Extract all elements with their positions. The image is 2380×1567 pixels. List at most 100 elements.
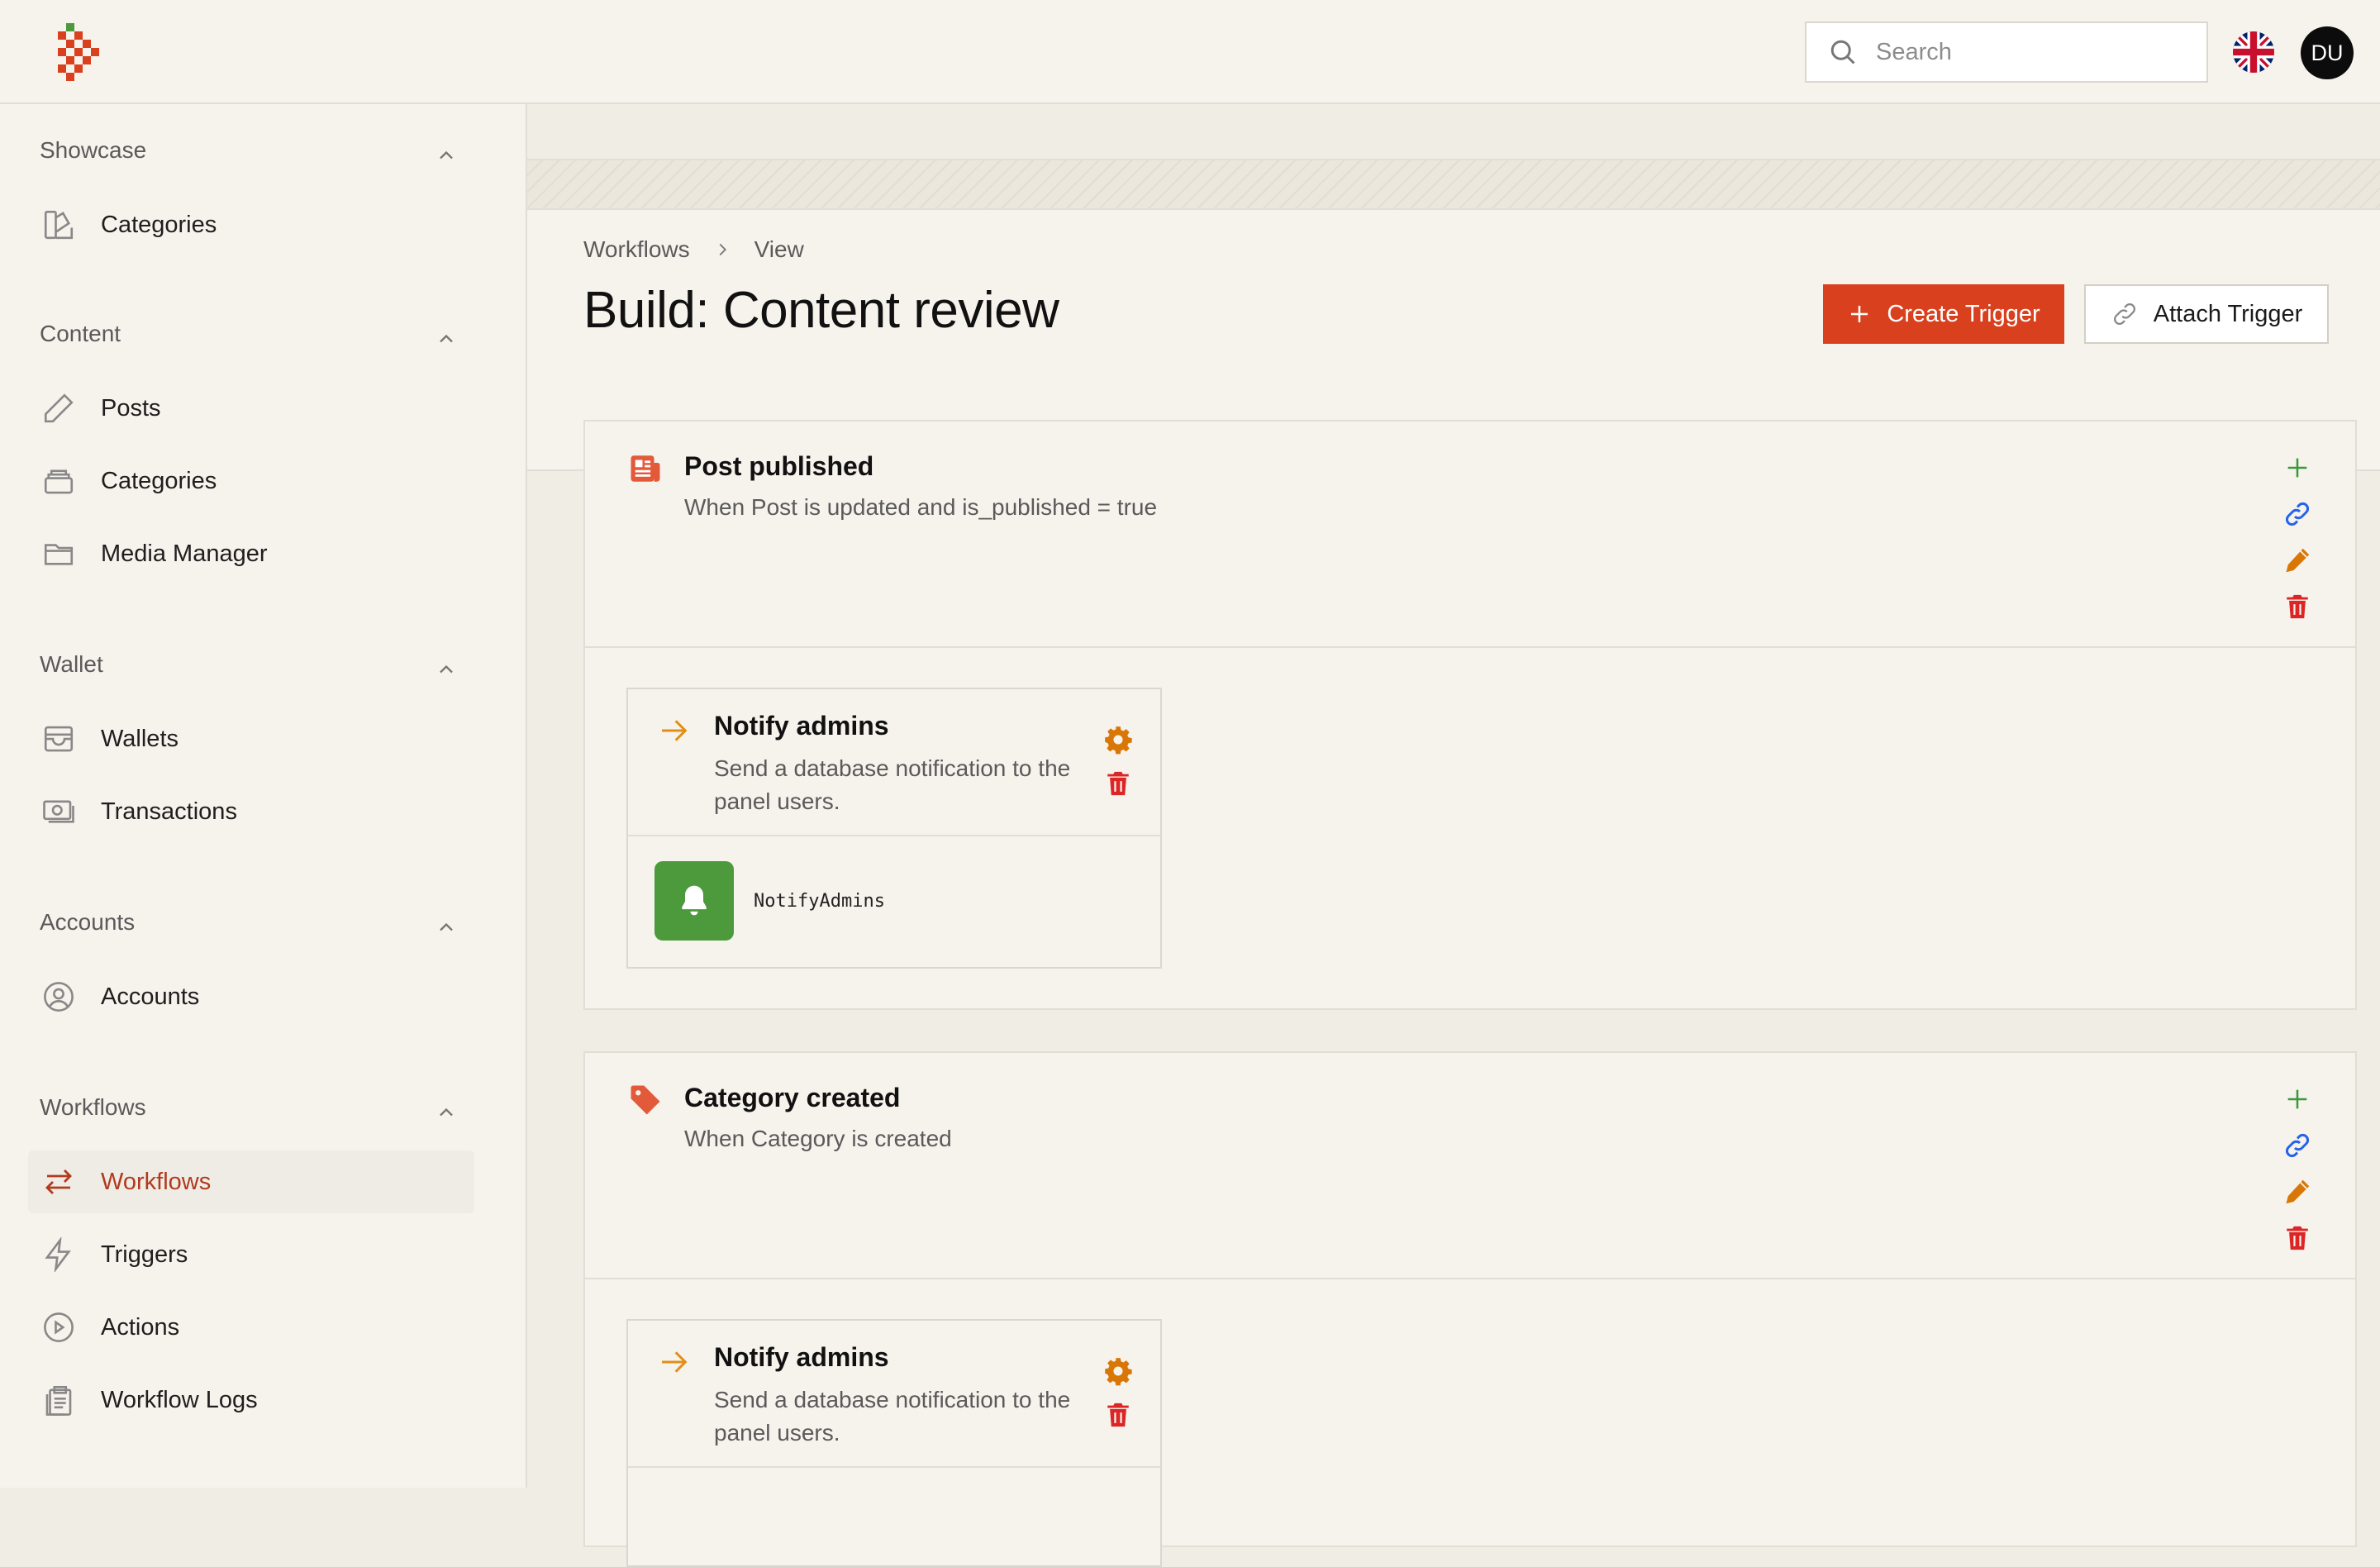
chevron-up-icon[interactable] <box>435 327 458 350</box>
stack-icon <box>44 469 74 494</box>
trigger-title: Post published <box>684 451 874 481</box>
link-icon <box>2286 1134 2309 1157</box>
chevron-up-icon[interactable] <box>435 658 458 681</box>
create-trigger-label: Create Trigger <box>1887 300 2040 327</box>
trash-icon <box>2287 594 2308 619</box>
page-title: Build: Content review <box>583 282 1059 339</box>
action-description: Send a database notification to the pane… <box>714 755 1071 814</box>
sidebar-group-wallet[interactable]: Wallet <box>40 651 103 678</box>
action-description: Send a database notification to the pane… <box>714 1387 1071 1446</box>
user-avatar[interactable]: DU <box>2301 26 2354 79</box>
bell-icon <box>682 885 707 916</box>
sidebar-item-media-manager[interactable]: Media Manager <box>28 522 474 585</box>
sidebar-item-label: Actions <box>101 1313 180 1341</box>
attach-trigger-label: Attach Trigger <box>2153 300 2303 327</box>
sidebar-group-accounts[interactable]: Accounts <box>40 909 135 936</box>
sidebar-group-content[interactable]: Content <box>40 321 121 347</box>
tag-icon <box>631 1085 660 1115</box>
clipboard-list-icon <box>45 1385 72 1416</box>
sidebar-item-accounts[interactable]: Accounts <box>28 965 474 1028</box>
language-switcher-uk-flag-icon[interactable] <box>2233 31 2274 73</box>
action-card: Notify admins Send a database notificati… <box>626 688 1162 969</box>
arrow-right-icon <box>662 1351 688 1373</box>
add-action-button[interactable] <box>2281 451 2314 484</box>
chevron-up-icon[interactable] <box>435 144 458 167</box>
sidebar-item-actions[interactable]: Actions <box>28 1296 474 1359</box>
trash-icon[interactable] <box>1104 769 1132 798</box>
attach-action-button[interactable] <box>2281 1129 2314 1162</box>
breadcrumb: Workflows View <box>583 236 804 263</box>
sidebar-item-label: Wallets <box>101 725 178 752</box>
action-card-header: Notify admins Send a database notificati… <box>628 689 1160 836</box>
breadcrumb-current: View <box>754 236 804 262</box>
sidebar-item-label: Posts <box>101 394 161 422</box>
trigger-card: Category created When Category is create… <box>583 1051 2357 1567</box>
sidebar: Showcase Categories Content Posts Catego… <box>0 104 527 1488</box>
main-content: Workflows View Build: Content review Cre… <box>527 104 2380 1567</box>
chevron-right-icon <box>719 243 726 256</box>
sidebar-item-label: Categories <box>101 467 217 494</box>
step-icon-tile <box>654 861 734 941</box>
action-title: Notify admins <box>714 1342 889 1372</box>
sidebar-item-transactions[interactable]: Transactions <box>28 780 474 843</box>
add-action-button[interactable] <box>2281 1083 2314 1116</box>
sidebar-item-label: Workflow Logs <box>101 1386 258 1413</box>
attach-trigger-button[interactable]: Attach Trigger <box>2084 284 2329 344</box>
edit-trigger-button[interactable] <box>2281 544 2314 577</box>
pencil-icon <box>44 393 74 423</box>
link-icon <box>2286 502 2309 526</box>
sidebar-group-showcase[interactable]: Showcase <box>40 137 146 164</box>
delete-trigger-button[interactable] <box>2281 1222 2314 1255</box>
sidebar-item-workflow-logs[interactable]: Workflow Logs <box>28 1369 474 1431</box>
sidebar-item-label: Media Manager <box>101 540 268 567</box>
decorative-stripe <box>527 159 2380 210</box>
sidebar-item-label: Transactions <box>101 798 237 825</box>
search-input[interactable] <box>1874 37 2175 67</box>
sidebar-item-showcase-categories[interactable]: Categories <box>28 193 474 256</box>
banknote-icon <box>43 800 74 823</box>
play-circle-icon <box>44 1312 74 1342</box>
plus-icon <box>1851 306 1868 322</box>
search-icon <box>1830 40 1855 64</box>
arrows-right-left-icon <box>45 1169 72 1194</box>
chevron-up-icon[interactable] <box>435 1101 458 1124</box>
sidebar-item-workflows[interactable]: Workflows <box>28 1150 474 1213</box>
gear-icon[interactable] <box>1102 724 1134 755</box>
app-logo-icon[interactable] <box>55 23 104 81</box>
swatch-icon <box>44 210 74 240</box>
plus-icon <box>2287 1089 2307 1109</box>
newspaper-icon <box>631 455 660 482</box>
action-step[interactable]: NotifyAdmins <box>654 861 885 941</box>
pencil-icon <box>2286 1179 2310 1204</box>
sidebar-item-content-categories[interactable]: Categories <box>28 450 474 512</box>
sidebar-item-wallets[interactable]: Wallets <box>28 707 474 770</box>
wallet-icon <box>44 726 74 752</box>
gear-icon[interactable] <box>1102 1355 1134 1387</box>
sidebar-item-label: Triggers <box>101 1241 188 1268</box>
sidebar-item-label: Workflows <box>101 1168 212 1195</box>
bolt-icon <box>45 1237 71 1272</box>
action-title: Notify admins <box>714 711 889 741</box>
create-trigger-button[interactable]: Create Trigger <box>1823 284 2064 344</box>
arrow-right-icon <box>662 720 688 741</box>
attach-action-button[interactable] <box>2281 498 2314 531</box>
chevron-up-icon[interactable] <box>435 916 458 939</box>
breadcrumb-workflows-link[interactable]: Workflows <box>583 236 690 263</box>
plus-icon <box>2287 458 2307 478</box>
sidebar-item-label: Categories <box>101 211 217 238</box>
step-class-name: NotifyAdmins <box>754 890 885 912</box>
trigger-subtitle: When Category is created <box>684 1126 952 1151</box>
folder-icon <box>44 544 74 565</box>
user-circle-icon <box>44 982 74 1012</box>
sidebar-group-workflows[interactable]: Workflows <box>40 1094 146 1121</box>
link-icon <box>2113 303 2135 325</box>
pencil-icon <box>2286 548 2310 573</box>
sidebar-item-triggers[interactable]: Triggers <box>28 1223 474 1286</box>
trash-icon[interactable] <box>1104 1400 1132 1430</box>
sidebar-item-posts[interactable]: Posts <box>28 377 474 440</box>
search-box[interactable] <box>1805 21 2208 83</box>
edit-trigger-button[interactable] <box>2281 1175 2314 1208</box>
action-card-header: Notify admins Send a database notificati… <box>628 1321 1160 1468</box>
trigger-subtitle: When Post is updated and is_published = … <box>684 494 1158 520</box>
delete-trigger-button[interactable] <box>2281 590 2314 623</box>
